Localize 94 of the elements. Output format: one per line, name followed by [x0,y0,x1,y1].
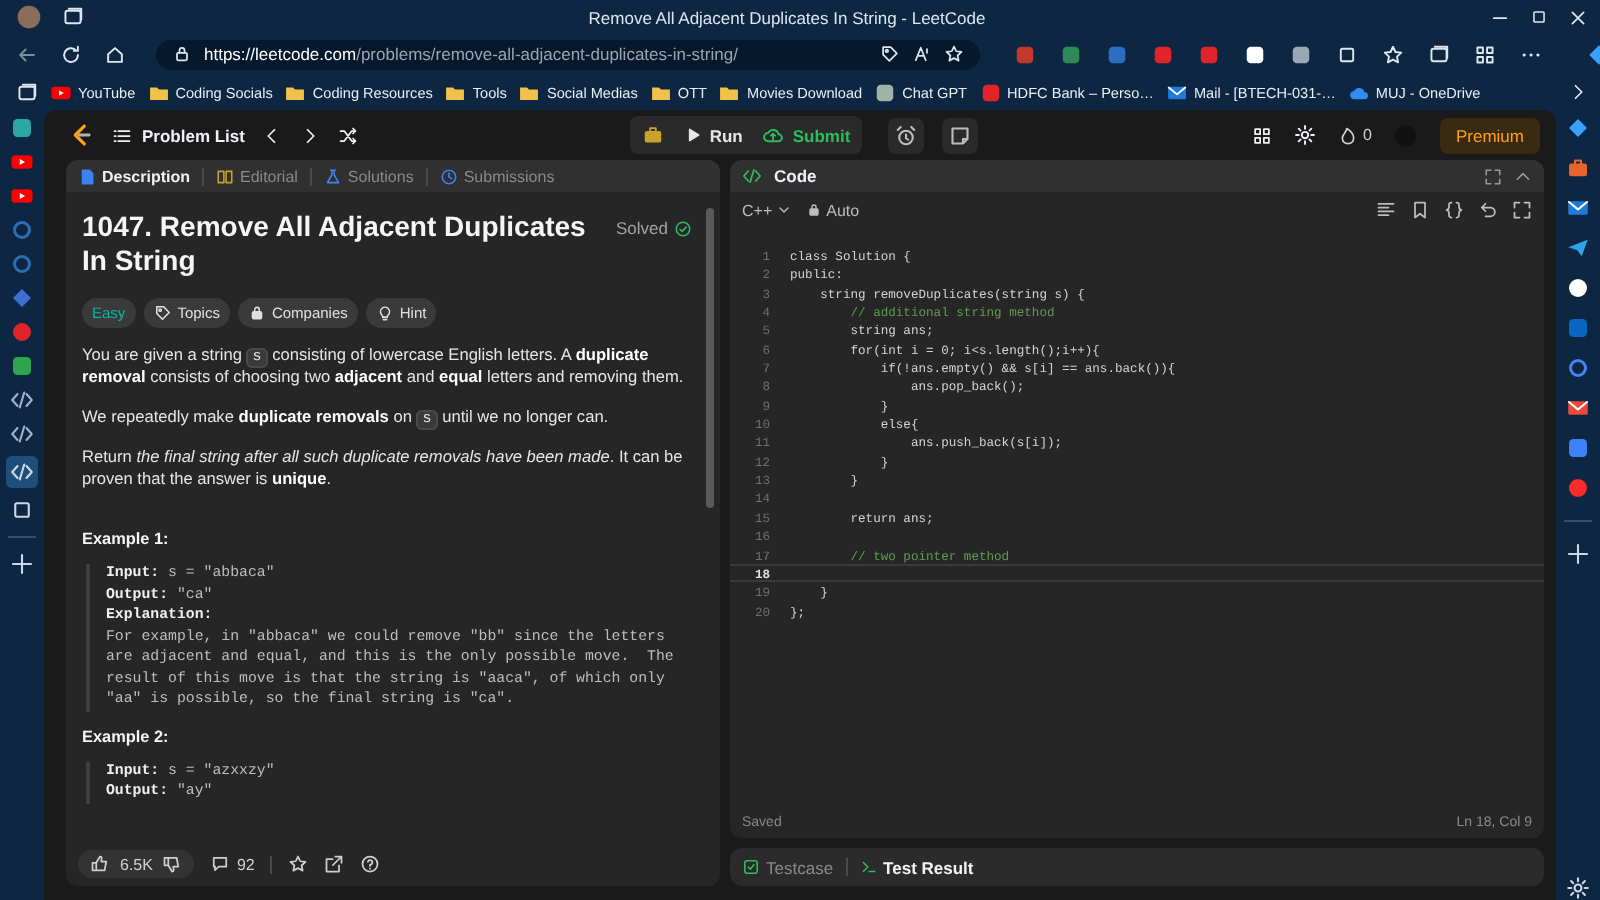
tab[interactable]: Testcase [742,857,834,877]
plus-icon[interactable] [10,552,34,576]
alarm-icon[interactable] [888,117,925,153]
url-text[interactable]: https://leetcode.com/problems/remove-all-adjacent-duplicates-in-string/ [204,44,868,64]
plus-icon[interactable] [1566,542,1590,566]
flask-icon [323,167,342,185]
tab[interactable]: Editorial [216,167,298,185]
submit-button[interactable]: Submit [762,124,851,146]
format-icon[interactable] [1376,200,1396,220]
tab[interactable]: Description [78,167,191,185]
play-icon [683,126,702,144]
lock-icon [247,304,266,322]
flame-icon [1337,125,1358,145]
list-icon [112,125,132,145]
collapse-icon[interactable] [1514,167,1532,185]
reload-icon[interactable] [60,43,82,65]
fullscreen-icon[interactable] [1512,200,1532,220]
read-aloud-icon[interactable] [912,44,932,64]
toolbar-icon[interactable] [1428,43,1450,65]
extension-icon[interactable] [1244,43,1266,65]
problem-list-button[interactable]: Problem List [112,125,245,145]
code-icon[interactable] [10,388,34,412]
toolbar-icon[interactable] [1382,43,1404,65]
profile-avatar-icon[interactable] [16,4,42,30]
tab-actions-icon[interactable] [62,6,84,28]
home-icon[interactable] [104,43,126,65]
code-icon[interactable] [10,422,34,446]
window-title: Remove All Adjacent Duplicates In String - LeetCode [586,7,988,27]
mail-icon[interactable] [1566,396,1590,420]
note-icon[interactable] [942,117,979,153]
check-icon [674,219,692,237]
mail-icon[interactable] [1566,196,1590,220]
shuffle-icon[interactable] [338,125,359,145]
caret-icon [776,202,793,218]
tab-icon[interactable] [10,354,34,378]
lock-icon [172,44,192,64]
star-icon[interactable] [944,44,964,64]
comments-button[interactable]: 92 [210,854,255,874]
terminal-icon [859,858,878,876]
tab[interactable]: Solutions [323,167,414,185]
solved-status: Solved [616,218,692,238]
toolbar-icon[interactable] [1336,43,1358,65]
settings-icon[interactable] [1566,876,1590,900]
address-bar[interactable]: https://leetcode.com/problems/remove-all-adjacent-duplicates-in-string/ [156,39,980,69]
example-heading: Example 1: [82,530,171,548]
book-icon [216,167,235,185]
bag-icon[interactable] [1566,156,1590,180]
code-icon [742,166,762,186]
description-paragraph: Return the final string after all such duplicate removals have been made. It can be proven that the answer is unique. [82,446,685,490]
thumbs-down-icon[interactable] [162,854,183,874]
reset-icon[interactable] [1478,200,1498,220]
checkbox-icon [742,858,760,876]
code-icon[interactable] [6,456,38,488]
example-heading: Example 2: [82,727,171,745]
problem-title: 1047. Remove All Adjacent Duplicates In String [82,210,588,278]
video-icon[interactable] [10,184,34,208]
share-icon[interactable] [324,854,345,874]
streak-counter[interactable]: 0 [1337,125,1372,145]
bulb-icon [375,304,394,322]
plane-icon[interactable] [1566,236,1590,260]
star-icon[interactable] [288,854,309,874]
run-button[interactable]: Run [683,125,743,145]
toolbar-icon[interactable] [1474,43,1496,65]
logo-icon[interactable] [68,122,94,148]
tab[interactable]: Test Result [859,857,974,877]
braces-icon[interactable] [1444,200,1464,220]
extension-icon[interactable] [1290,43,1312,65]
auto-mode-button[interactable]: Auto [806,201,860,219]
back-icon[interactable] [16,43,38,65]
tag-icon [153,304,172,322]
video-icon[interactable] [10,150,34,174]
lock-icon [806,202,823,218]
maximize-icon[interactable] [1530,8,1548,26]
bookmark-icon[interactable] [1410,200,1430,220]
thumbs-up-icon [90,854,110,874]
close-icon[interactable] [1568,7,1588,27]
document-icon [78,167,96,185]
like-button[interactable]: 6.5K [78,850,195,878]
comment-icon [210,854,231,874]
help-icon[interactable] [360,854,381,874]
tab-icon[interactable] [10,498,34,522]
language-dropdown[interactable]: C++ [742,201,793,219]
clock-icon [439,167,458,185]
fullscreen-icon[interactable] [1484,167,1502,185]
cloud-upload-icon [762,124,785,146]
tab[interactable]: Submissions [439,167,555,185]
tag-icon[interactable] [880,44,900,64]
panel-title: Code [774,166,819,186]
layout-icon[interactable] [1251,125,1272,145]
mail-icon [1165,81,1188,103]
premium-button[interactable]: Premium [1439,117,1540,153]
video-icon [50,81,72,103]
tab-icon[interactable] [10,116,34,140]
workspaces-icon[interactable] [16,81,38,103]
